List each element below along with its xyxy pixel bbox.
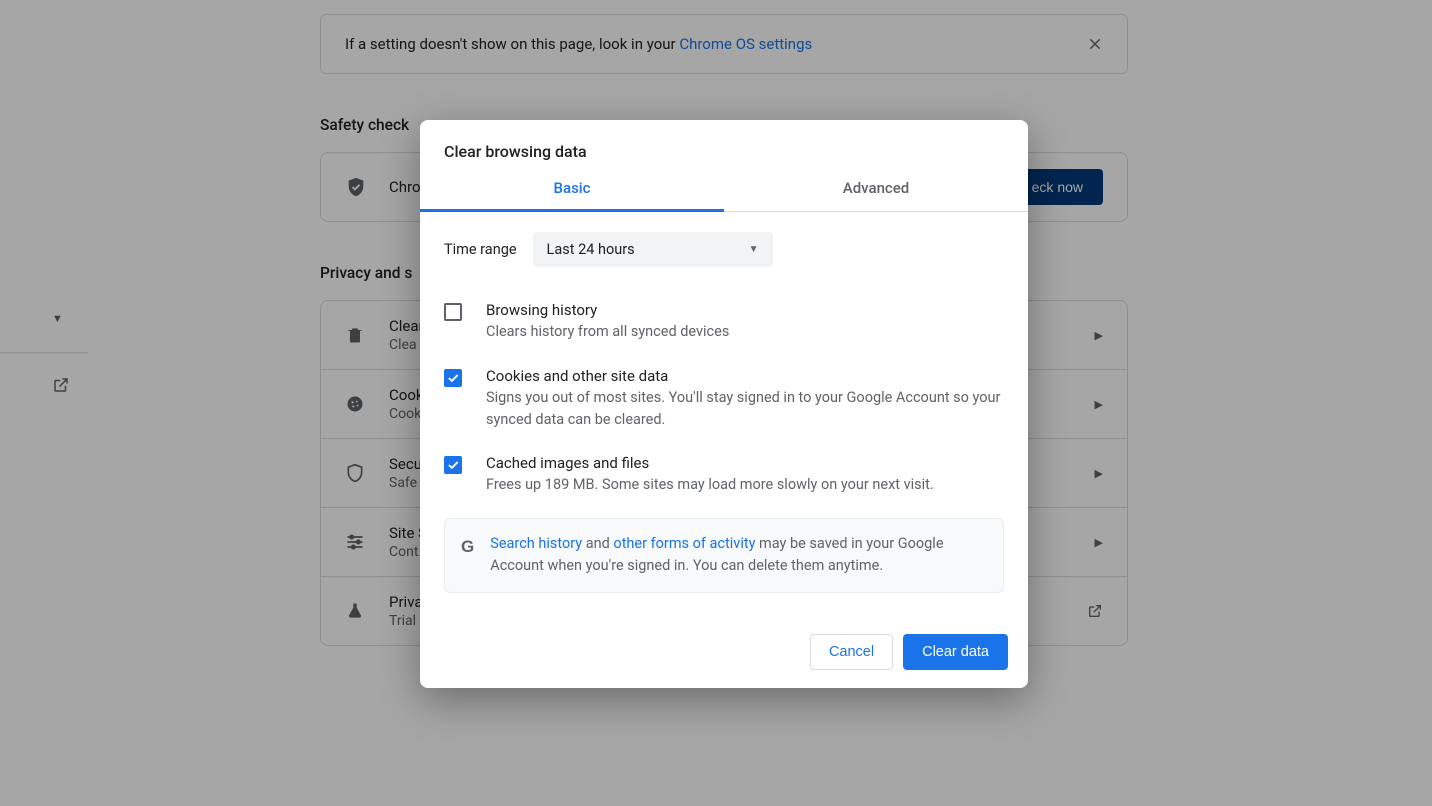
tab-advanced[interactable]: Advanced xyxy=(724,165,1028,211)
option-cookies[interactable]: Cookies and other site data Signs you ou… xyxy=(444,355,1004,443)
option-browsing-history[interactable]: Browsing history Clears history from all… xyxy=(444,289,1004,355)
time-range-label: Time range xyxy=(444,241,517,258)
checkbox-cached-files[interactable] xyxy=(444,456,462,474)
time-range-select[interactable]: Last 24 hours ▼ xyxy=(533,232,773,267)
cancel-button[interactable]: Cancel xyxy=(810,634,893,670)
option-title: Cached images and files xyxy=(486,454,934,472)
option-sub: Frees up 189 MB. Some sites may load mor… xyxy=(486,474,934,496)
checkbox-cookies[interactable] xyxy=(444,369,462,387)
dialog-title: Clear browsing data xyxy=(420,120,1028,165)
option-title: Browsing history xyxy=(486,301,729,319)
notice-text: and xyxy=(582,535,613,552)
google-logo-icon: G xyxy=(461,537,474,557)
dropdown-arrow-icon: ▼ xyxy=(749,244,759,255)
option-cached-files[interactable]: Cached images and files Frees up 189 MB.… xyxy=(444,442,1004,508)
time-range-value: Last 24 hours xyxy=(547,241,635,258)
clear-data-button[interactable]: Clear data xyxy=(903,634,1008,670)
tab-basic[interactable]: Basic xyxy=(420,165,724,212)
dialog-tabs: Basic Advanced xyxy=(420,165,1028,212)
option-sub: Signs you out of most sites. You'll stay… xyxy=(486,387,1004,431)
google-account-notice: G Search history and other forms of acti… xyxy=(444,518,1004,593)
other-activity-link[interactable]: other forms of activity xyxy=(613,535,755,552)
search-history-link[interactable]: Search history xyxy=(490,535,582,552)
checkbox-browsing-history[interactable] xyxy=(444,303,462,321)
option-sub: Clears history from all synced devices xyxy=(486,321,729,343)
option-title: Cookies and other site data xyxy=(486,367,1004,385)
clear-browsing-data-dialog: Clear browsing data Basic Advanced Time … xyxy=(420,120,1028,688)
